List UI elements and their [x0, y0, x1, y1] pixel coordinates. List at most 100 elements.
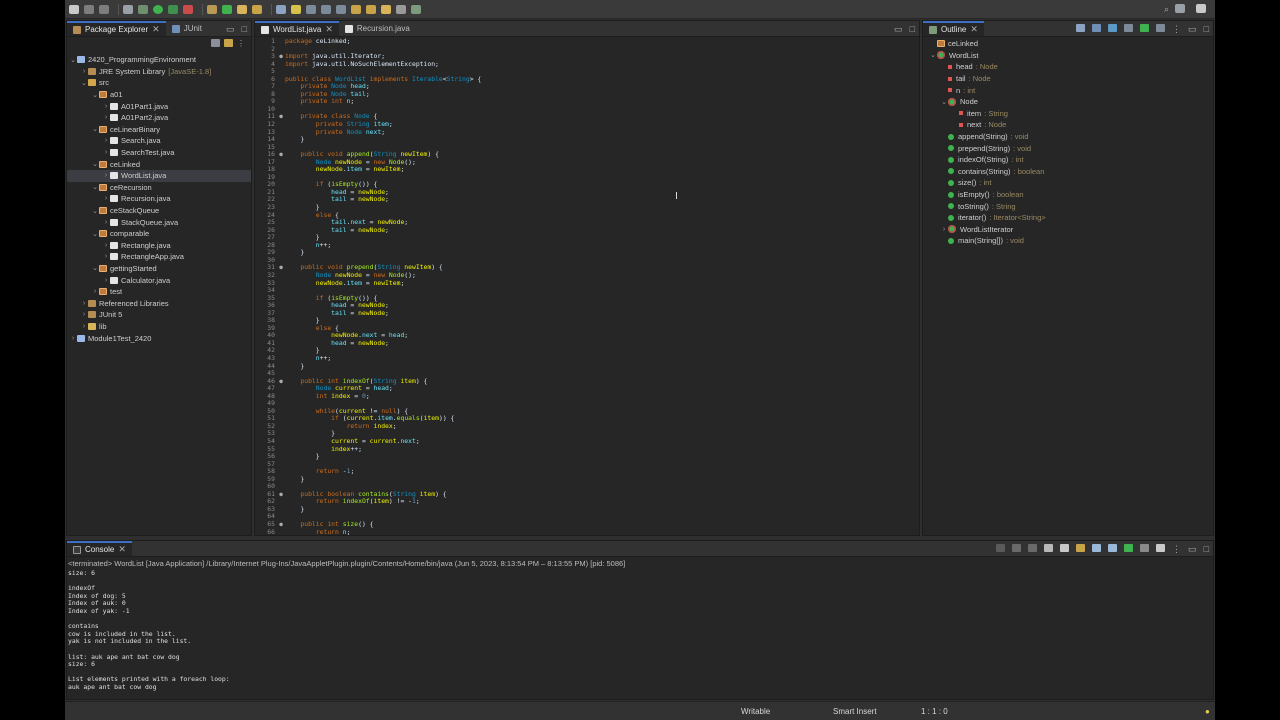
- chevron-down-icon[interactable]: ⌄: [91, 160, 99, 168]
- debug-icon[interactable]: [138, 4, 148, 14]
- new-class-icon[interactable]: [222, 4, 232, 14]
- code-line[interactable]: 52 return index;: [255, 422, 919, 431]
- code-line[interactable]: 48 int index = 0;: [255, 392, 919, 401]
- outline-item[interactable]: iterator(): Iterator<String>: [923, 212, 1213, 224]
- chevron-right-icon[interactable]: ›: [102, 172, 110, 179]
- chevron-right-icon[interactable]: ›: [80, 300, 88, 307]
- outline-item[interactable]: tail: Node: [923, 73, 1213, 85]
- forward-icon[interactable]: [396, 4, 406, 14]
- outline-item[interactable]: prepend(String): void: [923, 142, 1213, 154]
- tree-item[interactable]: ⌄ ceLinked: [67, 158, 251, 170]
- fold-toggle-icon[interactable]: ●: [277, 53, 285, 61]
- previous-annotation-icon[interactable]: [366, 4, 376, 14]
- code-editor[interactable]: 1 package ceLinked; 2 3 ● import java.util.…: [255, 37, 919, 535]
- code-line[interactable]: 33 newNode.item = newItem;: [255, 279, 919, 288]
- code-line[interactable]: 55 index++;: [255, 445, 919, 454]
- code-line[interactable]: 43 n++;: [255, 354, 919, 363]
- chevron-right-icon[interactable]: ›: [102, 242, 110, 249]
- code-line[interactable]: 59 }: [255, 475, 919, 484]
- close-icon[interactable]: ✕: [118, 544, 126, 555]
- tree-item[interactable]: › RectangleApp.java: [67, 251, 251, 263]
- terminal-icon[interactable]: [123, 4, 133, 14]
- collapse-all-icon[interactable]: [211, 39, 220, 47]
- maximize-icon[interactable]: □: [910, 24, 915, 35]
- tree-item[interactable]: › JRE System Library [JavaSE-1.8]: [67, 66, 251, 78]
- chevron-down-icon[interactable]: ⌄: [91, 125, 99, 133]
- search-icon[interactable]: ⌕: [1164, 4, 1169, 15]
- chevron-right-icon[interactable]: ›: [80, 323, 88, 330]
- outline-item[interactable]: › WordListIterator: [923, 224, 1213, 236]
- console-output[interactable]: size: 6 indexOf Index of dog: 5 Index of…: [67, 569, 1213, 692]
- tip-icon[interactable]: ●: [1205, 707, 1210, 716]
- chevron-down-icon[interactable]: ⌄: [80, 79, 88, 87]
- chevron-down-icon[interactable]: ⌄: [91, 183, 99, 191]
- open-perspective-icon[interactable]: [1175, 4, 1185, 13]
- code-line[interactable]: 14 }: [255, 135, 919, 144]
- chevron-down-icon[interactable]: ⌄: [929, 51, 937, 59]
- tree-item[interactable]: › StackQueue.java: [67, 216, 251, 228]
- code-line[interactable]: 37 tail = newNode;: [255, 309, 919, 318]
- tree-item[interactable]: › JUnit 5: [67, 309, 251, 321]
- code-line[interactable]: 41 head = newNode;: [255, 339, 919, 348]
- tree-item[interactable]: › SearchTest.java: [67, 147, 251, 159]
- word-wrap-icon[interactable]: [1076, 544, 1086, 552]
- tree-item[interactable]: › test: [67, 286, 251, 298]
- mark-occurrences-icon[interactable]: [291, 4, 301, 14]
- hide-fields-icon[interactable]: [1108, 24, 1118, 32]
- next-annotation-icon[interactable]: [351, 4, 361, 14]
- outline-item[interactable]: size(): int: [923, 177, 1213, 189]
- maximize-icon[interactable]: □: [1204, 544, 1209, 555]
- tree-item[interactable]: › Rectangle.java: [67, 240, 251, 252]
- tree-item[interactable]: ⌄ ceStackQueue: [67, 205, 251, 217]
- close-icon[interactable]: ✕: [325, 24, 333, 35]
- java-perspective-icon[interactable]: [1196, 4, 1206, 13]
- toggle-breadcrumb-icon[interactable]: [276, 4, 286, 14]
- tab-console[interactable]: Console ✕: [67, 541, 132, 556]
- outline-item[interactable]: ceLinked: [923, 38, 1213, 50]
- chevron-down-icon[interactable]: ⌄: [91, 91, 99, 99]
- run-icon[interactable]: [153, 4, 163, 14]
- show-on-output-icon[interactable]: [1092, 544, 1102, 552]
- tab-junit[interactable]: JUnit: [166, 21, 208, 36]
- view-menu-icon[interactable]: ⋮: [1172, 544, 1181, 555]
- show-whitespace-icon[interactable]: [336, 4, 346, 14]
- chevron-down-icon[interactable]: ⌄: [91, 230, 99, 238]
- fold-toggle-icon[interactable]: ●: [277, 264, 285, 272]
- chevron-right-icon[interactable]: ›: [102, 114, 110, 121]
- remove-all-icon[interactable]: [1028, 544, 1038, 552]
- hide-static-icon[interactable]: [1124, 24, 1134, 32]
- fold-toggle-icon[interactable]: ●: [277, 491, 285, 499]
- outline-item[interactable]: isEmpty(): boolean: [923, 189, 1213, 201]
- tab-recursion-java[interactable]: Recursion.java: [339, 21, 416, 36]
- word-wrap-icon[interactable]: [321, 4, 331, 14]
- tree-item[interactable]: › lib: [67, 321, 251, 333]
- code-line[interactable]: 28 n++;: [255, 241, 919, 250]
- outline-item[interactable]: ⌄ Node: [923, 96, 1213, 108]
- maximize-icon[interactable]: □: [1204, 24, 1209, 35]
- close-icon[interactable]: ✕: [970, 24, 978, 35]
- outline-item[interactable]: toString(): String: [923, 200, 1213, 212]
- outline-item[interactable]: indexOf(String): int: [923, 154, 1213, 166]
- tree-item[interactable]: ⌄ ceLinearBinary: [67, 124, 251, 136]
- save-icon[interactable]: [84, 4, 94, 14]
- pin-editor-icon[interactable]: [411, 4, 421, 14]
- code-line[interactable]: 56 }: [255, 452, 919, 461]
- code-line[interactable]: 66 return n;: [255, 528, 919, 535]
- clear-console-icon[interactable]: [1044, 544, 1054, 552]
- chevron-right-icon[interactable]: ›: [91, 288, 99, 295]
- tree-item[interactable]: › A01Part2.java: [67, 112, 251, 124]
- chevron-right-icon[interactable]: ›: [80, 311, 88, 318]
- code-line[interactable]: 62 return indexOf(item) != -1;: [255, 498, 919, 506]
- back-icon[interactable]: [381, 4, 391, 14]
- tree-item[interactable]: ⌄ comparable: [67, 228, 251, 240]
- fold-toggle-icon[interactable]: ●: [277, 521, 285, 529]
- tab-wordlist-java[interactable]: WordList.java ✕: [255, 21, 339, 36]
- chevron-down-icon[interactable]: ⌄: [91, 264, 99, 272]
- link-with-editor-icon[interactable]: [224, 39, 233, 47]
- open-type-icon[interactable]: [237, 4, 247, 14]
- chevron-down-icon[interactable]: ⌄: [69, 56, 77, 64]
- minimize-icon[interactable]: ▭: [894, 24, 903, 35]
- tree-item[interactable]: › WordList.java: [67, 169, 251, 182]
- tree-item[interactable]: ⌄ ceRecursion: [67, 182, 251, 194]
- hide-nonpublic-icon[interactable]: [1140, 24, 1150, 32]
